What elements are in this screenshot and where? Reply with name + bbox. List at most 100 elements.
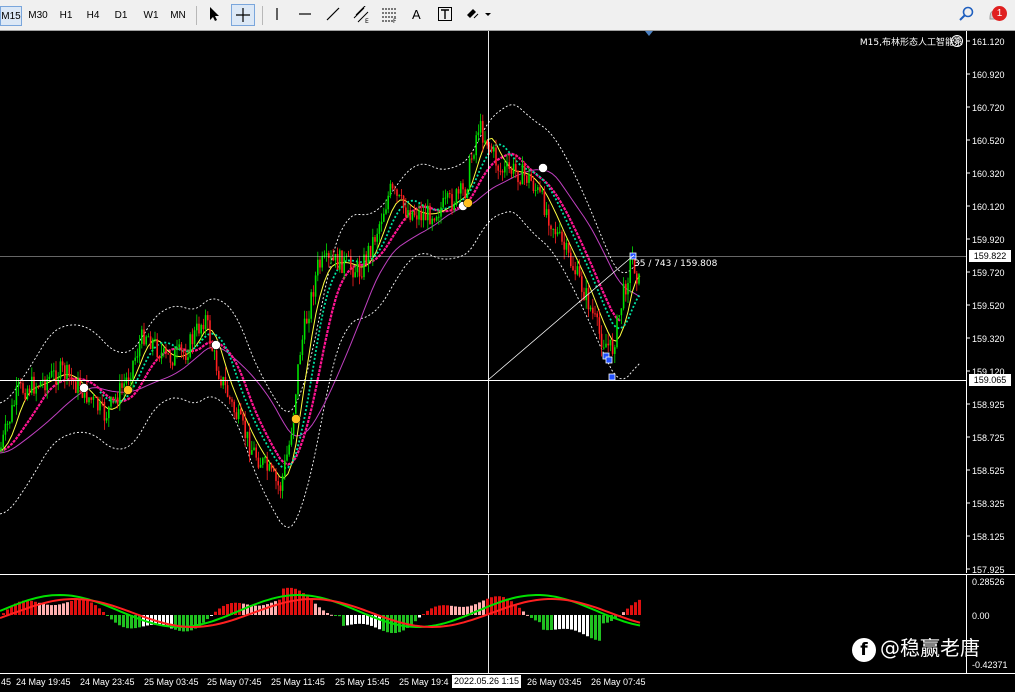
histogram-bar [58, 604, 61, 615]
candle-body [413, 211, 416, 216]
candle-body [552, 228, 554, 230]
price-axis-label: 158.325 [972, 499, 1005, 509]
candle-body [312, 292, 315, 297]
candle-body [510, 168, 513, 174]
signal-dot-marker [538, 163, 548, 173]
crosshair-icon[interactable] [231, 4, 255, 26]
candle-body [446, 193, 449, 198]
histogram-bar [122, 615, 125, 628]
candle-body [490, 146, 493, 152]
histogram-bar [362, 615, 365, 624]
histogram-bar [78, 599, 81, 615]
candle-body [308, 318, 310, 324]
timeframe-d1[interactable]: D1 [110, 6, 132, 26]
candle-body [127, 377, 130, 380]
candle-body [618, 315, 620, 317]
price-axis-label: 159.520 [972, 301, 1005, 311]
candle-body [20, 382, 22, 384]
candle-body [609, 339, 612, 346]
candle-body [37, 386, 40, 388]
candle-body [453, 204, 455, 210]
candle-body [328, 253, 330, 259]
candle-body [559, 231, 561, 233]
price-chart[interactable] [0, 31, 1015, 573]
histogram-bar [314, 603, 317, 615]
trendline-icon[interactable] [322, 4, 346, 26]
candle-body [2, 434, 4, 448]
candle-body [268, 464, 271, 471]
signal-dot-marker [211, 340, 221, 350]
candle-body [81, 391, 84, 398]
candle-body [235, 412, 238, 420]
histogram-bar [498, 596, 501, 615]
candle-body [605, 343, 607, 348]
candle-body [506, 162, 508, 167]
candle-body [270, 464, 273, 469]
fibonacci-icon[interactable]: F [378, 4, 402, 26]
candle-body [50, 370, 53, 377]
candle-body [534, 190, 537, 192]
histogram-bar [446, 605, 449, 615]
candle-body [477, 132, 480, 136]
timeframe-m30[interactable]: M30 [25, 6, 51, 26]
histogram-bar [186, 615, 189, 632]
candle-body [556, 232, 559, 235]
text-label-icon[interactable] [434, 4, 458, 26]
histogram-bar [178, 615, 181, 631]
histogram-bar [410, 615, 413, 625]
candle-body [193, 330, 196, 345]
text-icon[interactable]: A [406, 4, 430, 26]
histogram-bar [210, 615, 213, 616]
timeframe-m15[interactable]: M15 [0, 6, 22, 26]
timeframe-w1[interactable]: W1 [139, 6, 163, 26]
candle-body [57, 378, 59, 385]
candle-body [48, 376, 51, 379]
candle-body [598, 317, 601, 334]
vertical-line-icon[interactable] [266, 4, 290, 26]
candle-body [297, 364, 299, 395]
candle-body [457, 189, 460, 194]
histogram-bar [422, 613, 425, 615]
histogram-bar [626, 608, 629, 615]
candle-body [154, 339, 156, 341]
timeframe-h1[interactable]: H1 [55, 6, 77, 26]
equidistant-channel-icon[interactable]: E [350, 4, 374, 26]
candle-body [281, 475, 284, 491]
candle-body [301, 339, 304, 356]
search-icon[interactable] [956, 4, 980, 26]
candle-body [64, 365, 66, 379]
candle-body [295, 394, 297, 414]
candle-body [0, 447, 2, 451]
candle-body [112, 396, 114, 399]
histogram-bar [534, 615, 537, 621]
candle-body [367, 245, 370, 264]
candle-body [473, 155, 475, 159]
candle-body [189, 334, 191, 358]
candle-body [174, 349, 176, 366]
candle-body [471, 158, 473, 160]
candle-body [627, 282, 629, 295]
candle-body [288, 444, 290, 455]
candle-body [6, 423, 9, 425]
cursor-icon[interactable] [203, 4, 227, 26]
histogram-bar [546, 615, 549, 631]
horizontal-line-icon[interactable] [294, 4, 318, 26]
price-axis-label: 160.120 [972, 202, 1005, 212]
histogram-bar [622, 612, 625, 615]
time-label: 26 May 03:45 [527, 677, 582, 687]
candle-body [182, 350, 185, 354]
candle-body [248, 431, 251, 455]
shapes-icon[interactable] [462, 4, 494, 26]
arrow-marker-icon [608, 373, 616, 381]
price-axis-label: 159.920 [972, 235, 1005, 245]
candle-body [396, 189, 398, 196]
candle-body [427, 205, 429, 221]
histogram-bar [62, 603, 65, 615]
histogram-bar [634, 602, 637, 615]
time-label: 24 May 19:45 [16, 677, 71, 687]
timeframe-h4[interactable]: H4 [82, 6, 104, 26]
candle-body [449, 193, 451, 195]
timeframe-mn[interactable]: MN [166, 6, 190, 26]
candle-body [440, 207, 442, 217]
histogram-bar [450, 605, 453, 615]
